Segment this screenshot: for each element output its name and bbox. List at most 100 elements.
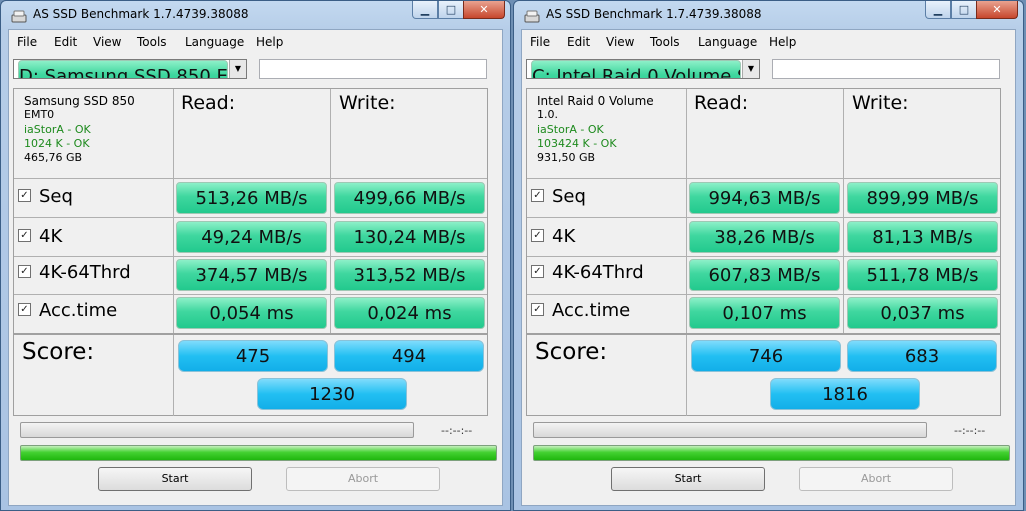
- title-bar[interactable]: AS SSD Benchmark 1.7.4739.38088 ▁ □ ✕: [1, 1, 510, 29]
- drive-size: 931,50 GB: [537, 151, 596, 165]
- seq-read-value: 994,63 MB/s: [689, 182, 840, 214]
- start-button[interactable]: Start: [611, 467, 765, 491]
- row-4k[interactable]: ✓ 4K: [531, 226, 575, 247]
- 4k-read-value: 49,24 MB/s: [176, 221, 327, 253]
- benchmark-window-left: AS SSD Benchmark 1.7.4739.38088 ▁ □ ✕ Fi…: [0, 0, 511, 511]
- row-acc-time[interactable]: ✓ Acc.time: [18, 300, 117, 321]
- alignment-status: 1024 K - OK: [24, 136, 90, 150]
- menu-edit[interactable]: Edit: [54, 35, 77, 49]
- row-label: Seq: [552, 186, 586, 207]
- menu-bar: File Edit View Tools Language Help: [522, 30, 1015, 52]
- status-bar: [533, 445, 1010, 461]
- read-score: 475: [178, 340, 328, 372]
- dropdown-arrow-icon[interactable]: ▼: [742, 60, 759, 78]
- row-4k-64thrd[interactable]: ✓ 4K-64Thrd: [531, 262, 644, 283]
- menu-tools[interactable]: Tools: [650, 35, 680, 49]
- score-label: Score:: [22, 339, 95, 365]
- menu-language[interactable]: Language: [185, 35, 244, 49]
- menu-view[interactable]: View: [606, 35, 634, 49]
- status-bar: [20, 445, 497, 461]
- row-seq[interactable]: ✓ Seq: [531, 186, 586, 207]
- drive-info: Samsung SSD 850 EMT0 iaStorA - OK 1024 K…: [24, 94, 135, 165]
- checkbox-icon[interactable]: ✓: [18, 302, 31, 316]
- row-4k[interactable]: ✓ 4K: [18, 226, 62, 247]
- driver-status: iaStorA - OK: [537, 122, 604, 136]
- 4k-write-value: 130,24 MB/s: [334, 221, 485, 253]
- alignment-status: 103424 K - OK: [537, 136, 617, 150]
- checkbox-icon[interactable]: ✓: [18, 264, 31, 278]
- 4k-read-value: 38,26 MB/s: [689, 221, 840, 253]
- close-button[interactable]: ✕: [463, 1, 505, 19]
- menu-language[interactable]: Language: [698, 35, 757, 49]
- drive-select[interactable]: C: Intel Raid 0 Volume SCSI Disk Device …: [526, 59, 760, 79]
- seq-write-value: 899,99 MB/s: [847, 182, 998, 214]
- results-grid: Samsung SSD 850 EMT0 iaStorA - OK 1024 K…: [13, 88, 488, 416]
- read-score: 746: [691, 340, 841, 372]
- disk-app-icon: [11, 8, 27, 23]
- checkbox-icon[interactable]: ✓: [18, 228, 31, 242]
- minimize-button[interactable]: ▁: [412, 1, 438, 19]
- maximize-button[interactable]: □: [438, 1, 464, 19]
- row-label: 4K-64Thrd: [552, 262, 644, 283]
- acc-write-value: 0,024 ms: [334, 297, 485, 329]
- row-label: 4K: [552, 226, 576, 247]
- info-field[interactable]: [772, 59, 1000, 79]
- menu-tools[interactable]: Tools: [137, 35, 167, 49]
- drive-firmware: EMT0: [24, 108, 55, 122]
- 4k64-write-value: 511,78 MB/s: [847, 259, 998, 291]
- disk-app-icon: [524, 8, 540, 23]
- row-label: 4K-64Thrd: [39, 262, 131, 283]
- total-score: 1816: [770, 378, 920, 410]
- info-field[interactable]: [259, 59, 487, 79]
- abort-button[interactable]: Abort: [286, 467, 440, 491]
- minimize-button[interactable]: ▁: [925, 1, 951, 19]
- acc-read-value: 0,054 ms: [176, 297, 327, 329]
- row-label: Acc.time: [39, 300, 118, 321]
- results-grid: Intel Raid 0 Volume 1.0. iaStorA - OK 10…: [526, 88, 1001, 416]
- client-area: File Edit View Tools Language Help C: In…: [521, 29, 1016, 506]
- checkbox-icon[interactable]: ✓: [531, 302, 544, 316]
- write-header: Write:: [852, 92, 909, 114]
- row-4k-64thrd[interactable]: ✓ 4K-64Thrd: [18, 262, 131, 283]
- drive-name: Samsung SSD 850: [24, 94, 135, 108]
- drive-info: Intel Raid 0 Volume 1.0. iaStorA - OK 10…: [537, 94, 654, 165]
- elapsed-time: --:--:--: [441, 424, 473, 437]
- drive-select[interactable]: D: Samsung SSD 850 EVO 500G SCSI Disk De…: [13, 59, 247, 79]
- checkbox-icon[interactable]: ✓: [531, 228, 544, 242]
- menu-edit[interactable]: Edit: [567, 35, 590, 49]
- drive-select-value: C: Intel Raid 0 Volume SCSI Disk Device: [531, 60, 741, 78]
- checkbox-icon[interactable]: ✓: [531, 264, 544, 278]
- drive-select-value: D: Samsung SSD 850 EVO 500G SCSI Disk De…: [18, 60, 228, 78]
- benchmark-window-right: AS SSD Benchmark 1.7.4739.38088 ▁ □ ✕ Fi…: [513, 0, 1024, 511]
- row-seq[interactable]: ✓ Seq: [18, 186, 73, 207]
- maximize-button[interactable]: □: [951, 1, 977, 19]
- checkbox-icon[interactable]: ✓: [18, 188, 31, 202]
- menu-file[interactable]: File: [17, 35, 37, 49]
- read-header: Read:: [694, 92, 749, 114]
- drive-size: 465,76 GB: [24, 151, 83, 165]
- menu-file[interactable]: File: [530, 35, 550, 49]
- menu-help[interactable]: Help: [256, 35, 283, 49]
- abort-button[interactable]: Abort: [799, 467, 953, 491]
- seq-read-value: 513,26 MB/s: [176, 182, 327, 214]
- seq-write-value: 499,66 MB/s: [334, 182, 485, 214]
- start-button[interactable]: Start: [98, 467, 252, 491]
- write-score: 683: [847, 340, 997, 372]
- 4k64-read-value: 607,83 MB/s: [689, 259, 840, 291]
- menu-help[interactable]: Help: [769, 35, 796, 49]
- menu-bar: File Edit View Tools Language Help: [9, 30, 502, 52]
- 4k64-read-value: 374,57 MB/s: [176, 259, 327, 291]
- dropdown-arrow-icon[interactable]: ▼: [229, 60, 246, 78]
- checkbox-icon[interactable]: ✓: [531, 188, 544, 202]
- close-button[interactable]: ✕: [976, 1, 1018, 19]
- window-title: AS SSD Benchmark 1.7.4739.38088: [33, 7, 249, 21]
- menu-view[interactable]: View: [93, 35, 121, 49]
- client-area: File Edit View Tools Language Help D: Sa…: [8, 29, 503, 506]
- drive-name: Intel Raid 0 Volume: [537, 94, 654, 108]
- row-acc-time[interactable]: ✓ Acc.time: [531, 300, 630, 321]
- write-header: Write:: [339, 92, 396, 114]
- acc-write-value: 0,037 ms: [847, 297, 998, 329]
- title-bar[interactable]: AS SSD Benchmark 1.7.4739.38088 ▁ □ ✕: [514, 1, 1023, 29]
- elapsed-time: --:--:--: [954, 424, 986, 437]
- drive-firmware: 1.0.: [537, 108, 558, 122]
